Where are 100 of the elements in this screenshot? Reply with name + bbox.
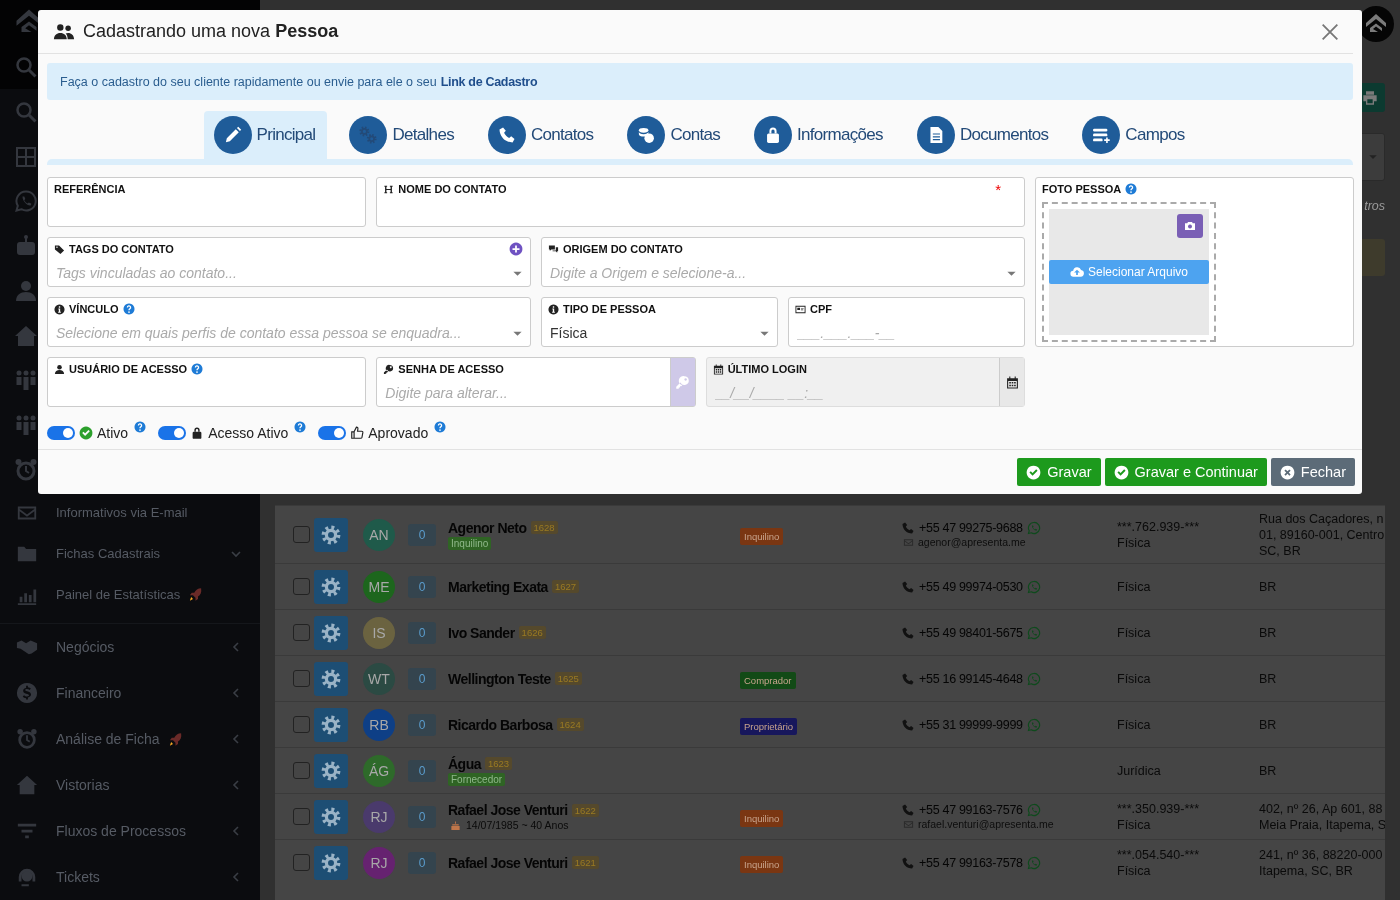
select-input[interactable]: Selecione em quais perfis de contato essa pessoa se enquadra... bbox=[54, 325, 512, 341]
help-icon[interactable] bbox=[294, 421, 307, 433]
password-field[interactable]: SENHA DE ACESSO Digite para alterar... bbox=[376, 357, 696, 407]
settings-button[interactable] bbox=[314, 845, 348, 880]
help-icon[interactable] bbox=[122, 303, 135, 315]
toggle-switch[interactable] bbox=[158, 426, 187, 440]
document-number: ***.054.540-*** bbox=[1117, 846, 1200, 863]
id-card-icon bbox=[795, 303, 806, 315]
help-icon[interactable] bbox=[434, 421, 447, 433]
chat-icon bbox=[14, 189, 38, 214]
help-icon[interactable] bbox=[191, 363, 204, 375]
row-checkbox[interactable] bbox=[293, 762, 310, 779]
tab[interactable]: Detalhes bbox=[339, 111, 466, 159]
tab[interactable]: Contas bbox=[617, 111, 733, 159]
row-checkbox[interactable] bbox=[293, 854, 310, 871]
tab[interactable]: Informações bbox=[744, 111, 895, 159]
phone-number: +55 47 99163-7576 bbox=[919, 803, 1023, 817]
save-button[interactable]: Gravar e Continuar bbox=[1104, 458, 1267, 486]
person-type: Física bbox=[1117, 578, 1152, 595]
contact-name[interactable]: Ivo Sander bbox=[448, 624, 515, 641]
tab[interactable]: Documentos bbox=[906, 111, 1061, 159]
tab[interactable]: Contatos bbox=[477, 111, 606, 159]
sidebar-item[interactable]: Negócios bbox=[0, 624, 260, 671]
sidebar-item[interactable]: Informativos via E-mail bbox=[0, 492, 260, 534]
settings-button[interactable] bbox=[314, 707, 348, 742]
select-field[interactable]: VÍNCULO Selecione em quais perfis de contato essa pessoa se enquadra... bbox=[47, 297, 531, 347]
gears-icon bbox=[349, 116, 388, 154]
sidebar-item[interactable]: Análise de Ficha bbox=[0, 716, 260, 763]
person-type: Física bbox=[1117, 534, 1152, 551]
select-field[interactable]: ORIGEM DO CONTATO Digite a Origem e selecione-a... bbox=[541, 237, 1025, 287]
contact-name[interactable]: Agenor Neto bbox=[448, 519, 527, 536]
contact-name[interactable]: Rafael Jose Venturi bbox=[448, 802, 568, 818]
help-icon[interactable] bbox=[1125, 182, 1138, 195]
text-field[interactable]: NOME DO CONTATO * bbox=[376, 177, 1025, 227]
count-badge: 0 bbox=[408, 575, 436, 598]
row-checkbox[interactable] bbox=[293, 526, 310, 543]
select-input[interactable]: Tags vinculadas ao contato... bbox=[54, 265, 512, 281]
code-badge: 1624 bbox=[556, 718, 584, 731]
alarm-icon bbox=[14, 457, 38, 482]
camera-button[interactable] bbox=[1177, 213, 1203, 238]
document-number: ***.350.939-*** bbox=[1117, 800, 1200, 817]
phone-icon bbox=[901, 579, 915, 594]
select-field[interactable]: TIPO DE PESSOA Física bbox=[541, 297, 778, 347]
field-label: USUÁRIO DE ACESSO bbox=[69, 363, 188, 375]
tab[interactable]: Campos bbox=[1072, 111, 1197, 159]
select-input[interactable]: Digite a Origem e selecione-a... bbox=[548, 265, 1006, 281]
phone-icon bbox=[901, 717, 915, 732]
row-checkbox[interactable] bbox=[293, 716, 310, 733]
upload-button[interactable]: Selecionar Arquivo bbox=[1049, 259, 1209, 284]
save-button[interactable]: Gravar bbox=[1017, 458, 1101, 486]
email-text: agenor@apresenta.me bbox=[918, 536, 1026, 548]
sidebar-item[interactable]: Financeiro bbox=[0, 670, 260, 717]
contact-name[interactable]: Ricardo Barbosa bbox=[448, 716, 553, 733]
row-checkbox[interactable] bbox=[293, 624, 310, 641]
sidebar-item[interactable]: Fluxos de Processos bbox=[0, 808, 260, 855]
row-checkbox[interactable] bbox=[293, 808, 310, 825]
sidebar-item[interactable]: Fichas Cadastrais bbox=[0, 533, 260, 575]
settings-icon bbox=[320, 805, 342, 828]
contact-name[interactable]: Marketing Exata bbox=[448, 578, 548, 595]
required-mark: * bbox=[995, 180, 1001, 198]
row-checkbox[interactable] bbox=[293, 670, 310, 687]
settings-button[interactable] bbox=[314, 569, 348, 604]
sidebar-item[interactable]: Tickets bbox=[0, 854, 260, 900]
category-tag: Inquilino bbox=[448, 536, 492, 550]
close-button[interactable]: Fechar bbox=[1270, 458, 1355, 486]
row-checkbox[interactable] bbox=[293, 578, 310, 595]
contact-name[interactable]: Água bbox=[448, 755, 481, 772]
profile-tag: Inquilino bbox=[740, 809, 784, 827]
photo-dropzone[interactable]: Selecionar Arquivo bbox=[1042, 201, 1216, 342]
select-field[interactable]: TAGS DO CONTATO Tags vinculadas ao contato... bbox=[47, 237, 531, 287]
contact-name[interactable]: Rafael Jose Venturi bbox=[448, 854, 568, 871]
add-icon[interactable] bbox=[509, 242, 523, 256]
count-badge: 0 bbox=[408, 805, 436, 828]
count-badge: 0 bbox=[408, 759, 436, 782]
password-input[interactable]: Digite para alterar... bbox=[383, 385, 663, 401]
text-field[interactable]: REFERÊNCIA bbox=[47, 177, 367, 227]
settings-button[interactable] bbox=[314, 799, 348, 834]
settings-button[interactable] bbox=[314, 615, 348, 650]
sidebar-item[interactable]: Painel de Estatísticas bbox=[0, 574, 260, 616]
sidebar-item[interactable]: Vistorias bbox=[0, 762, 260, 809]
toggle-switch[interactable] bbox=[318, 426, 347, 440]
settings-button[interactable] bbox=[314, 517, 348, 552]
avatar: RJ bbox=[363, 800, 395, 833]
settings-button[interactable] bbox=[314, 661, 348, 696]
user-icon bbox=[54, 363, 65, 375]
printer-icon bbox=[1362, 89, 1378, 106]
person-type: Jurídica bbox=[1117, 762, 1162, 779]
avatar: RB bbox=[363, 708, 395, 741]
tab[interactable]: Principal bbox=[203, 111, 328, 159]
profile-tag: Comprador bbox=[740, 671, 796, 689]
contact-name[interactable]: Wellington Teste bbox=[448, 670, 551, 687]
help-icon[interactable] bbox=[134, 421, 147, 433]
link[interactable]: Link de Cadastro bbox=[440, 74, 538, 89]
settings-button[interactable] bbox=[314, 753, 348, 788]
envelope-icon bbox=[903, 536, 914, 548]
search-icon bbox=[14, 99, 38, 124]
code-badge: 1627 bbox=[551, 580, 579, 593]
text-field[interactable]: USUÁRIO DE ACESSO bbox=[47, 357, 367, 407]
toggle-switch[interactable] bbox=[47, 426, 75, 440]
address-line: BR bbox=[1259, 670, 1278, 687]
